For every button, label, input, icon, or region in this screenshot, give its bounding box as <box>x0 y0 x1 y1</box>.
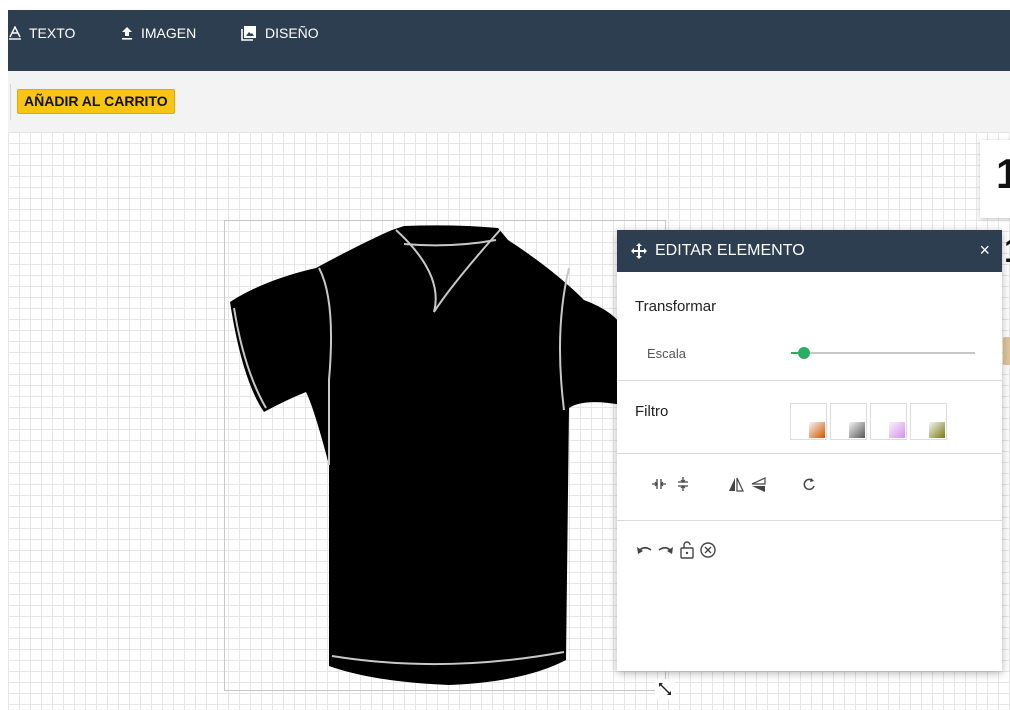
tools-section <box>617 454 1002 521</box>
panel-title: EDITAR ELEMENTO <box>655 242 805 259</box>
center-vertical-icon[interactable] <box>675 476 691 498</box>
flip-vertical-icon[interactable] <box>749 476 767 500</box>
history-section <box>617 521 1002 671</box>
scale-slider-thumb[interactable] <box>797 347 810 359</box>
tab-texto[interactable]: TEXTO <box>9 25 75 41</box>
filter-options <box>790 403 947 440</box>
tshirt-image[interactable] <box>224 220 666 691</box>
resize-handle[interactable] <box>655 679 675 699</box>
image-icon <box>241 26 256 41</box>
transform-section: Transformar Escala <box>617 272 1002 381</box>
tab-texto-label: TEXTO <box>29 25 76 41</box>
filter-grayscale[interactable] <box>830 403 867 440</box>
preview-digit: 1 <box>996 150 1010 197</box>
tab-diseno-label: DISEÑO <box>265 25 319 41</box>
tab-imagen-label: IMAGEN <box>141 25 197 41</box>
flip-horizontal-icon[interactable] <box>727 476 745 500</box>
action-bar: AÑADIR AL CARRITO <box>8 71 1010 132</box>
filter-sepia[interactable] <box>790 403 827 440</box>
redo-icon[interactable] <box>657 541 675 564</box>
filter-swatch <box>889 422 905 438</box>
scale-slider[interactable] <box>791 347 975 359</box>
preview-digit-2: 1 <box>1004 232 1010 271</box>
filter-swatch <box>809 422 825 438</box>
text-icon <box>9 26 21 40</box>
center-horizontal-icon[interactable] <box>651 476 667 498</box>
tab-imagen[interactable]: IMAGEN <box>121 25 196 41</box>
upload-icon <box>122 27 132 40</box>
flip-tools <box>727 476 767 500</box>
preview-card[interactable]: 1 <box>980 140 1010 218</box>
resize-icon <box>659 683 671 695</box>
undo-icon[interactable] <box>635 541 653 564</box>
top-toolbar: TEXTO IMAGEN DISEÑO <box>8 10 1010 71</box>
filter-purple[interactable] <box>870 403 907 440</box>
unlock-icon[interactable] <box>679 541 695 564</box>
divider <box>10 84 11 120</box>
scale-label: Escala <box>647 346 687 361</box>
reset-icon[interactable] <box>801 476 817 498</box>
edit-element-panel: EDITAR ELEMENTO × Transformar Escala Fil… <box>617 230 1002 671</box>
reset-tool <box>801 476 817 498</box>
filter-swatch <box>849 422 865 438</box>
align-tools <box>651 476 691 498</box>
filter-section: Filtro <box>617 381 1002 454</box>
remove-icon[interactable] <box>699 541 717 564</box>
panel-header[interactable]: EDITAR ELEMENTO × <box>617 230 1002 272</box>
tab-diseno[interactable]: DISEÑO <box>241 25 319 41</box>
filter-olive[interactable] <box>910 403 947 440</box>
history-tools <box>635 541 717 564</box>
move-icon <box>631 243 647 259</box>
close-icon[interactable]: × <box>979 241 990 259</box>
filter-swatch <box>929 422 945 438</box>
add-to-cart-button[interactable]: AÑADIR AL CARRITO <box>17 89 175 114</box>
filter-title: Filtro <box>635 403 669 420</box>
transform-title: Transformar <box>635 298 717 315</box>
preview-thumbnail[interactable] <box>1003 337 1010 365</box>
